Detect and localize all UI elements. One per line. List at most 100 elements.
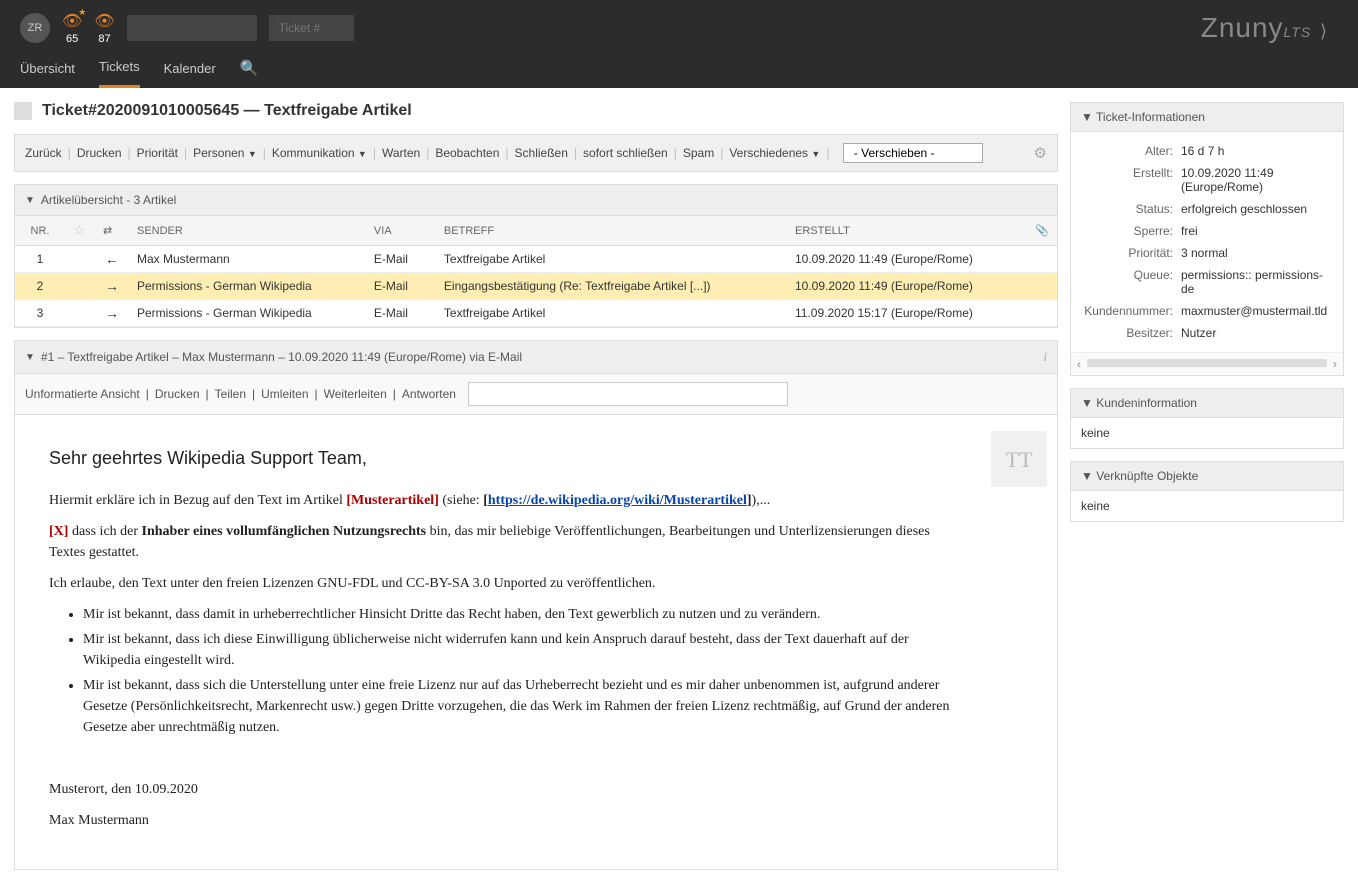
ticket-number-input[interactable] <box>269 15 354 41</box>
table-row[interactable]: 1←Max MustermannE-MailTextfreigabe Artik… <box>15 246 1057 273</box>
linked-objects-panel: ▼ Verknüpfte Objekte keine <box>1070 461 1344 522</box>
top-header: ZR 👁★ 65 👁 87 ZnunyLTS ⟩ <box>0 0 1358 48</box>
info-row: Status:erfolgreich geschlossen <box>1081 198 1333 220</box>
place-date: Musterort, den 10.09.2020 <box>49 779 955 800</box>
customer-info-panel: ▼ Kundeninformation keine <box>1070 388 1344 449</box>
col-star[interactable]: ☆ <box>65 216 95 246</box>
action-priority[interactable]: Priorität <box>137 146 178 160</box>
chevron-right-icon[interactable]: › <box>1333 357 1337 371</box>
col-direction[interactable]: ⇄ <box>95 216 129 246</box>
action-print[interactable]: Drucken <box>77 146 122 160</box>
chevron-left-icon[interactable]: ‹ <box>1077 357 1081 371</box>
greeting: Sehr geehrtes Wikipedia Support Team, <box>49 445 955 472</box>
info-row: Queue:permissions:: permissions-de <box>1081 264 1333 300</box>
ticket-info-panel: ▼ Ticket-Informationen Alter:16 d 7 hErs… <box>1070 102 1344 376</box>
article-table: NR. ☆ ⇄ SENDER VIA BETREFF ERSTELLT 📎 1←… <box>15 216 1057 327</box>
badge-count: 87 <box>98 33 110 45</box>
chevron-down-icon: ▼ <box>25 352 35 363</box>
chevron-down-icon: ▼ <box>25 195 35 206</box>
col-sender[interactable]: SENDER <box>129 216 366 246</box>
direction-icon: ← <box>105 251 119 267</box>
ticket-title: Ticket#2020091010005645 — Textfreigabe A… <box>42 102 412 120</box>
action-back[interactable]: Zurück <box>25 146 62 160</box>
sender-avatar: TT <box>991 431 1047 487</box>
signature-name: Max Mustermann <box>49 810 955 831</box>
linked-objects-value: keine <box>1071 491 1343 521</box>
action-close[interactable]: Schließen <box>515 146 568 160</box>
info-row: Besitzer:Nutzer <box>1081 322 1333 344</box>
list-item: Mir ist bekannt, dass sich die Unterstel… <box>83 675 955 738</box>
flag-icon[interactable] <box>14 102 32 120</box>
action-close-now[interactable]: sofort schließen <box>583 146 668 160</box>
info-row: Sperre:frei <box>1081 220 1333 242</box>
action-spam[interactable]: Spam <box>683 146 714 160</box>
action-communication[interactable]: Kommunikation ▼ <box>272 146 367 160</box>
article-detail-header[interactable]: ▼ #1 – Textfreigabe Artikel – Max Muster… <box>15 341 1057 374</box>
chevron-down-icon: ▼ <box>1081 396 1093 410</box>
nav-overview[interactable]: Übersicht <box>20 50 75 87</box>
action-bar: Zurück| Drucken| Priorität| Personen ▼| … <box>14 134 1058 172</box>
search-icon[interactable]: 🔍 <box>240 59 259 77</box>
direction-icon: → <box>105 305 119 321</box>
chevron-down-icon: ▼ <box>248 149 257 159</box>
star-icon: ☆ <box>73 222 86 238</box>
col-subject[interactable]: BETREFF <box>436 216 787 246</box>
action-print[interactable]: Drucken <box>155 387 200 401</box>
chevron-down-icon: ▼ <box>358 149 367 159</box>
action-forward[interactable]: Weiterleiten <box>324 387 387 401</box>
eye-icon: 👁★ <box>62 11 82 31</box>
action-watch[interactable]: Beobachten <box>435 146 499 160</box>
col-created[interactable]: ERSTELLT <box>787 216 1027 246</box>
main-nav: Übersicht Tickets Kalender 🔍 <box>0 48 1358 88</box>
table-row[interactable]: 3→Permissions - German WikipediaE-MailTe… <box>15 300 1057 327</box>
article-sub-actions: Unformatierte Ansicht| Drucken| Teilen| … <box>15 374 1057 415</box>
info-icon[interactable]: i <box>1043 349 1047 365</box>
action-wait[interactable]: Warten <box>382 146 420 160</box>
star-icon: ★ <box>78 7 86 18</box>
logo: ZnunyLTS ⟩ <box>1201 12 1328 44</box>
customer-info-value: keine <box>1071 418 1343 448</box>
article-overview-panel: ▼ Artikelübersicht - 3 Artikel NR. ☆ ⇄ S… <box>14 184 1058 328</box>
ticket-title-row: Ticket#2020091010005645 — Textfreigabe A… <box>14 102 1058 120</box>
action-redirect[interactable]: Umleiten <box>261 387 308 401</box>
action-misc[interactable]: Verschiedenes ▼ <box>729 146 820 160</box>
list-item: Mir ist bekannt, dass damit in urheberre… <box>83 604 955 625</box>
action-plain-view[interactable]: Unformatierte Ansicht <box>25 387 140 401</box>
attachment-icon: 📎 <box>1035 225 1049 237</box>
watched-badge-2[interactable]: 👁 87 <box>94 11 114 45</box>
article-name: [Musterartikel] <box>346 493 439 508</box>
nav-calendar[interactable]: Kalender <box>164 50 216 87</box>
move-select[interactable] <box>843 143 983 163</box>
reply-input[interactable] <box>468 382 788 406</box>
chevron-down-icon: ▼ <box>1081 110 1093 124</box>
nav-tickets[interactable]: Tickets <box>99 48 140 88</box>
col-via[interactable]: VIA <box>366 216 436 246</box>
chevron-down-icon: ▼ <box>811 149 820 159</box>
bullet-list: Mir ist bekannt, dass damit in urheberre… <box>83 604 955 738</box>
article-overview-header[interactable]: ▼ Artikelübersicht - 3 Artikel <box>15 185 1057 216</box>
info-row: Kundennummer:maxmuster@mustermail.tld <box>1081 300 1333 322</box>
ticket-info-header[interactable]: ▼ Ticket-Informationen <box>1071 103 1343 132</box>
linked-objects-header[interactable]: ▼ Verknüpfte Objekte <box>1071 462 1343 491</box>
user-avatar[interactable]: ZR <box>20 13 50 43</box>
info-row: Alter:16 d 7 h <box>1081 140 1333 162</box>
action-people[interactable]: Personen ▼ <box>193 146 257 160</box>
badge-count: 65 <box>66 33 78 45</box>
action-reply[interactable]: Antworten <box>402 387 456 401</box>
col-attach[interactable]: 📎 <box>1027 216 1057 246</box>
customer-info-header[interactable]: ▼ Kundeninformation <box>1071 389 1343 418</box>
info-row: Erstellt:10.09.2020 11:49 (Europe/Rome) <box>1081 162 1333 198</box>
article-detail-panel: ▼ #1 – Textfreigabe Artikel – Max Muster… <box>14 340 1058 870</box>
action-split[interactable]: Teilen <box>215 387 246 401</box>
horizontal-scroll[interactable]: ‹ › <box>1071 352 1343 375</box>
article-body: Sehr geehrtes Wikipedia Support Team, Hi… <box>25 431 979 845</box>
watched-badge-1[interactable]: 👁★ 65 <box>62 11 82 45</box>
gear-icon[interactable]: ⚙ <box>1034 144 1047 162</box>
list-item: Mir ist bekannt, dass ich diese Einwilli… <box>83 629 955 671</box>
search-input[interactable] <box>127 15 257 41</box>
chevron-down-icon: ▼ <box>1081 469 1093 483</box>
col-nr[interactable]: NR. <box>15 216 65 246</box>
wiki-link[interactable]: https://de.wikipedia.org/wiki/Musterarti… <box>488 493 747 508</box>
direction-icon: → <box>105 278 119 294</box>
table-row[interactable]: 2→Permissions - German WikipediaE-MailEi… <box>15 273 1057 300</box>
